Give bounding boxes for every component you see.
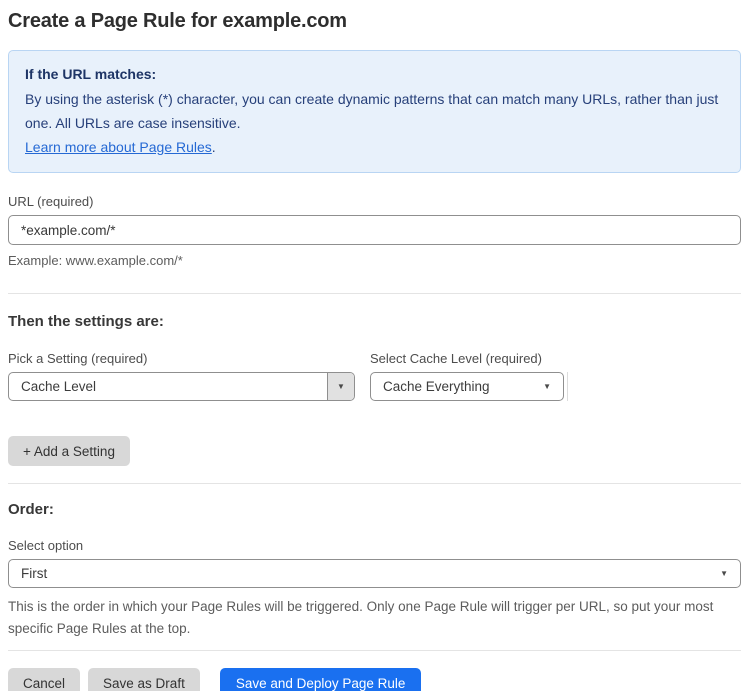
cache-level-caret-wrap: ▼ xyxy=(543,373,563,400)
save-as-draft-button[interactable]: Save as Draft xyxy=(88,668,200,691)
chevron-down-icon: ▼ xyxy=(543,381,551,391)
setting-picker-dropdown[interactable]: Cache Level ▼ xyxy=(8,372,355,401)
cache-level-value: Cache Everything xyxy=(383,379,490,394)
chevron-down-icon: ▼ xyxy=(720,568,728,578)
cancel-button[interactable]: Cancel xyxy=(8,668,81,691)
url-input[interactable] xyxy=(8,215,741,245)
add-setting-button[interactable]: + Add a Setting xyxy=(8,436,130,466)
settings-pickers-row: Pick a Setting (required) Cache Level ▼ … xyxy=(8,351,741,401)
order-caret-wrap: ▼ xyxy=(720,560,740,587)
setting-picker-value: Cache Level xyxy=(21,379,97,394)
link-period: . xyxy=(211,139,216,155)
chevron-down-icon: ▼ xyxy=(337,381,345,391)
cache-level-dropdown[interactable]: Cache Everything ▼ xyxy=(370,372,564,401)
url-match-info-box: If the URL matches: By using the asteris… xyxy=(8,50,741,173)
info-box-body-text: By using the asterisk (*) character, you… xyxy=(25,91,719,131)
settings-section-heading: Then the settings are: xyxy=(8,313,164,330)
order-help-text: This is the order in which your Page Rul… xyxy=(8,599,714,636)
section-divider xyxy=(8,483,741,484)
cache-level-picker-label: Select Cache Level (required) xyxy=(370,351,542,366)
info-box-heading: If the URL matches: xyxy=(25,66,157,82)
learn-more-link[interactable]: Learn more about Page Rules xyxy=(25,139,212,155)
setting-picker-column: Pick a Setting (required) Cache Level ▼ xyxy=(8,351,355,401)
form-actions-row: Cancel Save as Draft Save and Deploy Pag… xyxy=(8,668,741,691)
column-edge-divider xyxy=(567,372,568,401)
page-title: Create a Page Rule for example.com xyxy=(8,10,347,32)
cache-level-picker-wrap: Cache Everything ▼ xyxy=(370,372,568,401)
url-field-label: URL (required) xyxy=(8,194,94,209)
url-example-text: Example: www.example.com/* xyxy=(8,253,183,268)
setting-picker-arrow-button[interactable]: ▼ xyxy=(327,373,354,400)
setting-picker-label: Pick a Setting (required) xyxy=(8,351,148,366)
order-section-heading: Order: xyxy=(8,501,54,518)
section-divider xyxy=(8,293,741,294)
create-page-rule-panel: Create a Page Rule for example.com If th… xyxy=(0,0,750,691)
order-select-label: Select option xyxy=(8,538,84,553)
save-and-deploy-button[interactable]: Save and Deploy Page Rule xyxy=(219,668,422,691)
section-divider xyxy=(8,650,741,651)
cache-level-picker-column: Select Cache Level (required) Cache Ever… xyxy=(370,351,568,401)
info-box-body: By using the asterisk (*) character, you… xyxy=(25,87,724,159)
order-dropdown[interactable]: First ▼ xyxy=(8,559,741,588)
order-selected-value: First xyxy=(21,566,48,581)
